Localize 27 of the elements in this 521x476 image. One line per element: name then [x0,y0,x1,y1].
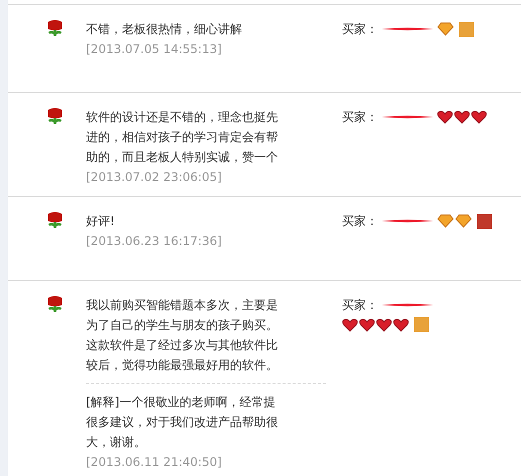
rose-icon [46,107,64,125]
heart-icon [437,110,453,124]
review-date: [2013.06.23 16:17:36] [86,233,223,250]
heart-icon [376,318,392,332]
rose-icon [46,295,64,313]
heart-icon [471,110,487,124]
review-date: [2013.07.02 23:06:05] [86,169,223,186]
review-text: 不错，老板很热情，细心讲解 [86,21,243,38]
rose-icon [46,211,64,229]
heart-icon [393,318,409,332]
diamond-icon [437,214,454,228]
review-date: [2013.07.05 14:55:13] [86,41,223,58]
review-text: 软件的设计还是不错的，理念也挺先进的，相信对孩子的学习肯定会有帮助的，而且老板人特别实诚，赞一个 [86,109,279,166]
review-text: 好评! [86,213,116,230]
diamond-icon [455,214,472,228]
heart-icon [342,318,358,332]
review-text: 我以前购买智能错题本多次，主要是为了自己的学生与朋友的孩子购买。这款软件是了经过多次与其他软件比较后，觉得功能最强最好用的软件。 [86,297,279,374]
buyer-label: 买家： [342,109,378,126]
rose-icon [46,19,64,37]
heart-icon [359,318,375,332]
buyer-label: 买家： [342,297,378,314]
review-date: [2013.06.11 21:40:50] [86,454,223,471]
buyer-label: 买家： [342,21,378,38]
seller-reply: [解释]一个很敬业的老师啊，经常提很多建议，对于我们改进产品帮助很大，谢谢。 [86,394,279,451]
heart-icon [454,110,470,124]
buyer-label: 买家： [342,213,378,230]
diamond-icon [437,22,454,36]
